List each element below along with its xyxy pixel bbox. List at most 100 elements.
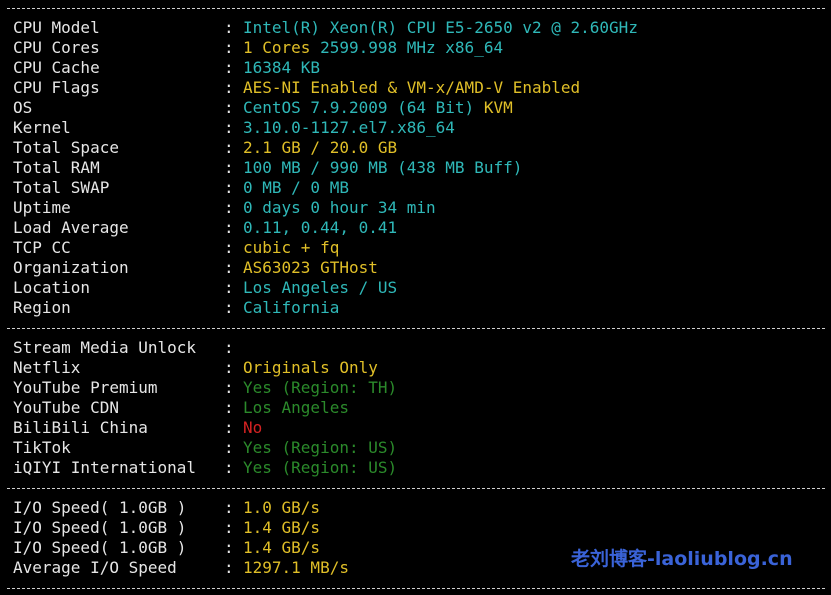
row-value: 0 MB / 0 MB — [243, 178, 349, 197]
row-value: 1.0 GB/s — [243, 498, 321, 517]
row-value: 100 MB / 990 MB (438 MB Buff) — [243, 158, 523, 177]
system-row: TCP CC: cubic + fq — [13, 238, 339, 258]
row-label: CPU Cores — [13, 38, 100, 57]
row-value: 1.4 GB/s — [243, 538, 321, 557]
row-label: Location — [13, 278, 91, 297]
system-row: OS: CentOS 7.9.2009 (64 Bit) KVM — [13, 98, 513, 118]
row-value-part: 2599.998 MHz x86_64 — [320, 38, 504, 57]
row-label: TikTok — [13, 438, 71, 457]
system-row: Organization: AS63023 GTHost — [13, 258, 378, 278]
row-value: Yes (Region: US) — [243, 458, 398, 477]
row-label: Kernel — [13, 118, 71, 137]
row-value: Los Angeles / US — [243, 278, 398, 297]
system-row: Uptime:0 days 0 hour 34 min — [13, 198, 436, 218]
system-row: CPU Flags: AES-NI Enabled & VM-x/AMD-V En… — [13, 78, 580, 98]
media-row: iQIYI International: Yes (Region: US) — [13, 458, 397, 478]
row-value: Yes (Region: TH) — [243, 378, 398, 397]
row-value: 1.4 GB/s — [243, 518, 321, 537]
row-label: Region — [13, 298, 71, 317]
terminal-window: CPU Model: Intel(R) Xeon(R) CPU E5-2650 v… — [0, 0, 831, 595]
row-colon: : — [224, 398, 234, 417]
separator-line — [7, 8, 825, 9]
separator-line — [7, 588, 825, 589]
row-label: Load Average — [13, 218, 129, 237]
watermark-text: 老刘博客-laoliublog.cn — [571, 548, 793, 570]
row-value: Intel(R) Xeon(R) CPU E5-2650 v2 @ 2.60GH… — [243, 18, 638, 37]
row-colon: : — [224, 458, 234, 477]
row-colon: : — [224, 498, 234, 517]
row-colon: : — [224, 138, 234, 157]
row-label: Total RAM — [13, 158, 100, 177]
row-colon: : — [224, 258, 234, 277]
row-label: OS — [13, 98, 33, 117]
separator-line — [7, 488, 825, 489]
row-value: Los Angeles — [243, 398, 349, 417]
row-label: Uptime — [13, 198, 71, 217]
row-value-part: KVM — [483, 98, 513, 117]
row-label: I/O Speed( 1.0GB ) — [13, 538, 187, 557]
row-colon: : — [224, 78, 234, 97]
row-label: CPU Model — [13, 18, 100, 37]
row-colon: : — [224, 538, 234, 557]
row-label: iQIYI International — [13, 458, 197, 477]
row-label: Stream Media Unlock — [13, 338, 197, 357]
row-label: Total SWAP — [13, 178, 110, 197]
row-label: I/O Speed( 1.0GB ) — [13, 518, 187, 537]
row-colon: : — [224, 358, 234, 377]
row-label: Total Space — [13, 138, 119, 157]
row-colon: : — [224, 558, 234, 577]
system-row: Region: California — [13, 298, 339, 318]
row-value: 2.1 GB / 20.0 GB — [243, 138, 398, 157]
system-row: Total Space:2.1 GB / 20.0 GB — [13, 138, 397, 158]
row-colon: : — [224, 98, 234, 117]
row-colon: : — [224, 18, 234, 37]
row-value: 3.10.0-1127.el7.x86_64 — [243, 118, 455, 137]
row-value: 0 days 0 hour 34 min — [243, 198, 436, 217]
row-value: cubic + fq — [243, 238, 340, 257]
row-colon: : — [224, 418, 234, 437]
row-colon: : — [224, 238, 234, 257]
row-value: AES-NI Enabled & VM-x/AMD-V Enabled — [243, 78, 581, 97]
row-colon: : — [224, 378, 234, 397]
media-row: TikTok: Yes (Region: US) — [13, 438, 397, 458]
row-colon: : — [224, 338, 234, 357]
row-colon: : — [224, 298, 234, 317]
row-label: Average I/O Speed — [13, 558, 177, 577]
row-label: BiliBili China — [13, 418, 148, 437]
system-row: CPU Cores:1 Cores 2599.998 MHz x86_64 — [13, 38, 503, 58]
row-colon: : — [224, 198, 234, 217]
system-row: Total RAM:100 MB / 990 MB (438 MB Buff) — [13, 158, 522, 178]
system-row: Total SWAP:0 MB / 0 MB — [13, 178, 349, 198]
io-row: I/O Speed( 1.0GB ):1.0 GB/s — [13, 498, 320, 518]
row-value: AS63023 GTHost — [243, 258, 378, 277]
media-row: YouTube CDN: Los Angeles — [13, 398, 349, 418]
row-colon: : — [224, 118, 234, 137]
row-label: YouTube Premium — [13, 378, 158, 397]
row-label: I/O Speed( 1.0GB ) — [13, 498, 187, 517]
system-row: Load Average:0.11, 0.44, 0.41 — [13, 218, 397, 238]
row-colon: : — [224, 158, 234, 177]
row-value: Originals Only — [243, 358, 378, 377]
row-colon: : — [224, 178, 234, 197]
row-colon: : — [224, 218, 234, 237]
row-value: 1297.1 MB/s — [243, 558, 349, 577]
media-row: Stream Media Unlock: — [13, 338, 243, 358]
system-row: CPU Cache:16384 KB — [13, 58, 320, 78]
row-label: TCP CC — [13, 238, 71, 257]
io-row: I/O Speed( 1.0GB ):1.4 GB/s — [13, 518, 320, 538]
media-row: YouTube Premium: Yes (Region: TH) — [13, 378, 397, 398]
row-colon: : — [224, 278, 234, 297]
row-value: California — [243, 298, 340, 317]
row-value: Yes (Region: US) — [243, 438, 398, 457]
row-value: No — [243, 418, 263, 437]
row-colon: : — [224, 38, 234, 57]
row-value: 0.11, 0.44, 0.41 — [243, 218, 398, 237]
row-label: YouTube CDN — [13, 398, 119, 417]
row-label: CPU Cache — [13, 58, 100, 77]
io-row: Average I/O Speed:1297.1 MB/s — [13, 558, 349, 578]
row-colon: : — [224, 58, 234, 77]
system-row: Location: Los Angeles / US — [13, 278, 397, 298]
system-row: CPU Model: Intel(R) Xeon(R) CPU E5-2650 v… — [13, 18, 638, 38]
row-value-part: 1 Cores — [243, 38, 321, 57]
row-label: Netflix — [13, 358, 81, 377]
